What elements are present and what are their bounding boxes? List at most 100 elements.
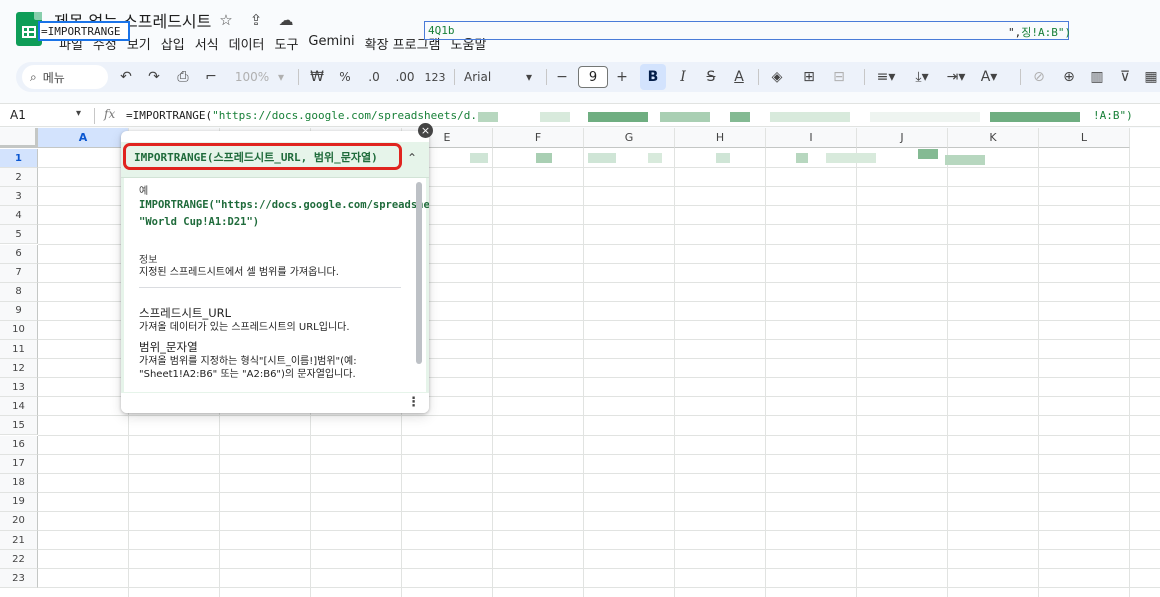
insert-comment-icon[interactable]: ⊕: [1058, 62, 1080, 92]
row-gridline: [38, 472, 1160, 474]
popup-scrollbar[interactable]: [416, 182, 422, 364]
menu-search-label: 메뉴: [42, 70, 65, 85]
menu-insert[interactable]: 삽입: [156, 33, 190, 54]
row-header-16[interactable]: 16: [0, 435, 38, 455]
redo-icon[interactable]: ↷: [144, 62, 164, 92]
decrease-font-size-icon[interactable]: −: [552, 62, 572, 92]
strikethrough-button[interactable]: S: [700, 62, 722, 92]
filter-views-icon[interactable]: ▦: [1140, 62, 1160, 92]
cloud-status-icon[interactable]: ☁: [276, 11, 296, 29]
column-header-g[interactable]: G: [584, 128, 675, 148]
row-header-6[interactable]: 6: [0, 244, 38, 264]
decrease-decimal-button[interactable]: .0: [362, 62, 386, 92]
row-header-18[interactable]: 18: [0, 473, 38, 493]
column-header-f[interactable]: F: [493, 128, 584, 148]
number-format-button[interactable]: 123: [422, 62, 448, 92]
row-header-10[interactable]: 10: [0, 320, 38, 340]
column-header-k[interactable]: K: [948, 128, 1039, 148]
move-folder-icon[interactable]: ⇪: [246, 11, 266, 29]
column-header-a[interactable]: A: [38, 128, 129, 148]
insert-chart-icon[interactable]: ▥: [1086, 62, 1108, 92]
increase-font-size-icon[interactable]: +: [612, 62, 632, 92]
merge-cells-icon[interactable]: ⊟: [828, 62, 850, 92]
text-wrap-icon[interactable]: ⇥▾: [942, 62, 970, 92]
star-icon[interactable]: ☆: [216, 11, 236, 29]
row-header-13[interactable]: 13: [0, 378, 38, 398]
column-header-l[interactable]: L: [1039, 128, 1130, 148]
row-header-22[interactable]: 22: [0, 550, 38, 570]
currency-format-button[interactable]: ₩: [306, 62, 328, 92]
info-text: 지정된 스프레드시트에서 셀 범위를 가져옵니다.: [139, 267, 339, 278]
percent-format-button[interactable]: %: [334, 62, 356, 92]
cell-a1[interactable]: =IMPORTRANGE: [38, 21, 130, 41]
horizontal-align-icon[interactable]: ≡▾: [872, 62, 900, 92]
fx-icon: fx: [104, 107, 116, 121]
chevron-down-icon: ▾: [277, 70, 285, 84]
function-help-popup: IMPORTRANGE(스프레드시트_URL, 범위_문자열) ⌃ 예 IMPO…: [121, 131, 429, 413]
example-label: 예: [139, 186, 149, 197]
row-header-17[interactable]: 17: [0, 454, 38, 474]
row-header-23[interactable]: 23: [0, 569, 38, 589]
insert-link-icon[interactable]: ⊘: [1028, 62, 1050, 92]
column-header-h[interactable]: H: [675, 128, 766, 148]
formula-input[interactable]: =IMPORTRANGE("https://docs.google.com/sp…: [126, 109, 477, 122]
print-icon[interactable]: ⎙: [172, 62, 194, 92]
row-gridline: [38, 530, 1160, 531]
italic-button[interactable]: I: [672, 62, 694, 92]
paint-format-icon[interactable]: ⌐: [200, 62, 222, 92]
row-header-9[interactable]: 9: [0, 301, 38, 321]
row-gridline: [38, 453, 1160, 455]
text-rotation-icon[interactable]: A▾: [974, 62, 1004, 92]
zoom-select[interactable]: 100%: [232, 62, 272, 92]
undo-icon[interactable]: ↶: [116, 62, 136, 92]
row-header-7[interactable]: 7: [0, 263, 38, 283]
name-box[interactable]: A1: [10, 108, 26, 122]
chevron-up-icon[interactable]: ⌃: [407, 151, 417, 165]
menu-tools[interactable]: 도구: [270, 33, 304, 54]
row-gridline: [38, 415, 1160, 417]
text-color-button[interactable]: A: [728, 62, 750, 92]
chevron-down-icon[interactable]: ▾: [76, 108, 81, 119]
menu-gemini[interactable]: Gemini: [303, 33, 359, 54]
row-header-4[interactable]: 4: [0, 206, 38, 226]
arg-url-name: 스프레드시트_URL: [139, 306, 232, 320]
row-header-3[interactable]: 3: [0, 187, 38, 207]
select-all-corner[interactable]: [0, 128, 38, 148]
row-header-14[interactable]: 14: [0, 397, 38, 417]
row-header-12[interactable]: 12: [0, 359, 38, 379]
menu-search[interactable]: ⌕ 메뉴: [22, 65, 108, 89]
filter-icon[interactable]: ⊽: [1114, 62, 1136, 92]
arg-url-desc: 가져올 데이터가 있는 스프레드시트의 URL입니다.: [139, 322, 350, 333]
chevron-down-icon: ▾: [525, 70, 533, 84]
arg-range-desc: 가져올 범위를 지정하는 형식"[시트_이름!]범위"(예: "Sheet1!A…: [139, 356, 357, 380]
row-header-5[interactable]: 5: [0, 225, 38, 245]
row-header-15[interactable]: 15: [0, 416, 38, 436]
bold-button[interactable]: B: [640, 64, 666, 90]
borders-icon[interactable]: ⊞: [798, 62, 820, 92]
more-options-icon[interactable]: ⋮: [407, 395, 420, 410]
fill-color-icon[interactable]: ◈: [766, 62, 788, 92]
function-signature: IMPORTRANGE(스프레드시트_URL, 범위_문자열): [123, 143, 402, 170]
row-gridline: [38, 434, 1160, 436]
row-gridline: [38, 549, 1160, 551]
function-signature-header[interactable]: IMPORTRANGE(스프레드시트_URL, 범위_문자열) ⌃: [121, 142, 429, 178]
row-gridline: [38, 510, 1160, 512]
row-header-19[interactable]: 19: [0, 492, 38, 512]
toolbar: ⌕ 메뉴 ↶ ↷ ⎙ ⌐ 100% ▾ ₩ % .0 .00 123 Arial…: [16, 62, 1160, 92]
increase-decimal-button[interactable]: .00: [392, 62, 418, 92]
row-header-8[interactable]: 8: [0, 282, 38, 302]
menu-format[interactable]: 서식: [190, 33, 224, 54]
formula-tail: !A:B"): [1093, 109, 1133, 122]
menu-data[interactable]: 데이터: [224, 33, 270, 54]
font-size-input[interactable]: 9: [578, 66, 608, 88]
row-header-20[interactable]: 20: [0, 511, 38, 531]
font-select[interactable]: Arial: [464, 62, 504, 92]
row-header-11[interactable]: 11: [0, 340, 38, 359]
row-header-21[interactable]: 21: [0, 531, 38, 550]
column-header-j[interactable]: J: [857, 128, 948, 148]
row-header-2[interactable]: 2: [0, 168, 38, 188]
close-icon[interactable]: ×: [418, 123, 433, 138]
column-header-i[interactable]: I: [766, 128, 857, 148]
vertical-align-icon[interactable]: ⤓▾: [908, 62, 936, 92]
row-header-1[interactable]: 1: [0, 149, 38, 168]
